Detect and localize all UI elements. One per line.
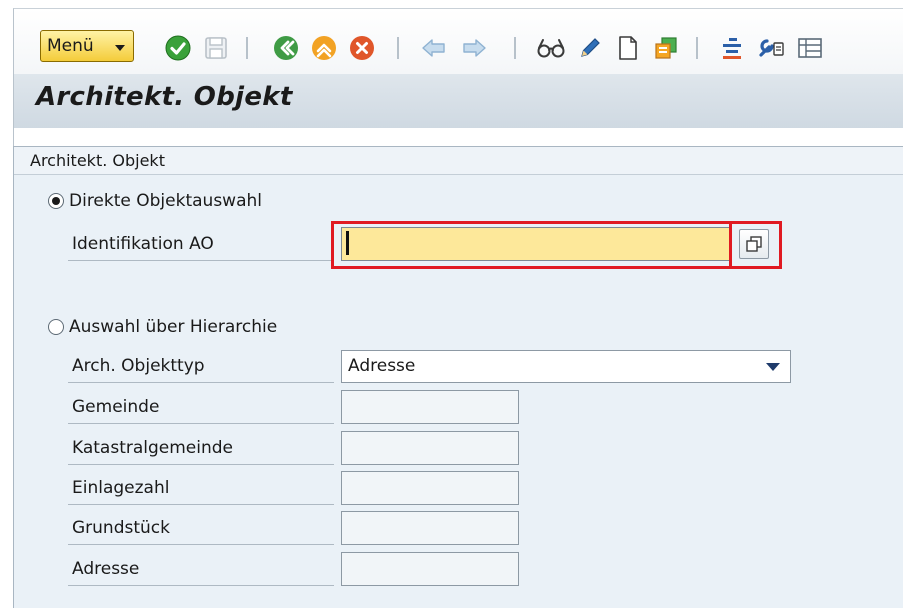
text-cursor (346, 231, 349, 255)
save-icon[interactable] (200, 33, 232, 63)
radio-direct-label: Direkte Objektauswahl (69, 191, 262, 211)
adresse-input[interactable] (341, 552, 519, 586)
toolbar-separator (514, 37, 516, 59)
object-type-label: Arch. Objekttyp (68, 351, 334, 383)
gemeinde-label: Gemeinde (68, 392, 334, 424)
cancel-icon[interactable] (346, 33, 378, 63)
identification-label: Identifikation AO (68, 229, 334, 261)
spacer (13, 128, 903, 146)
grundstueck-label: Grundstück (68, 513, 334, 545)
title-bar: Architekt. Objekt (13, 74, 903, 128)
einlagezahl-label: Einlagezahl (68, 473, 334, 505)
table-icon[interactable] (794, 33, 826, 63)
identification-input[interactable] (341, 227, 731, 261)
list-icon[interactable] (716, 33, 748, 63)
check-icon[interactable] (162, 33, 194, 63)
gemeinde-input[interactable] (341, 390, 519, 424)
radio-hierarchy-label: Auswahl über Hierarchie (69, 317, 278, 337)
back-icon[interactable] (270, 33, 302, 63)
object-type-dropdown[interactable]: Adresse (341, 350, 791, 383)
grundstueck-input[interactable] (341, 511, 519, 545)
settings-wrench-icon[interactable] (754, 33, 788, 63)
top-strip (0, 0, 903, 8)
object-type-value: Adresse (348, 356, 416, 376)
radio-unselected-icon[interactable] (48, 319, 64, 335)
toolbar-separator (696, 37, 698, 59)
highlight-frame-divider (729, 221, 732, 269)
menu-button-label: Menü (47, 36, 94, 56)
arrow-left-icon[interactable] (418, 33, 450, 63)
katastralgemeinde-input[interactable] (341, 431, 519, 465)
arrow-right-icon[interactable] (458, 33, 490, 63)
menu-button[interactable]: Menü (40, 30, 134, 62)
radio-selected-icon[interactable] (48, 193, 64, 209)
chevron-down-icon (115, 45, 125, 51)
katastralgemeinde-label: Katastralgemeinde (68, 433, 334, 465)
group-header: Architekt. Objekt (14, 147, 903, 175)
copy-stack-icon[interactable] (650, 33, 682, 63)
value-help-button[interactable] (739, 229, 769, 259)
toolbar-separator (246, 37, 248, 59)
exit-icon[interactable] (308, 33, 340, 63)
radio-direct-selection[interactable]: Direkte Objektauswahl (48, 191, 262, 211)
einlagezahl-input[interactable] (341, 471, 519, 505)
new-document-icon[interactable] (612, 33, 644, 63)
selection-group-box: Architekt. Objekt Direkte Objektauswahl … (13, 146, 903, 608)
page-title: Architekt. Objekt (36, 82, 293, 112)
pencil-icon[interactable] (574, 33, 606, 63)
toolbar-separator (397, 37, 399, 59)
application-toolbar: Menü (13, 8, 903, 74)
adresse-label: Adresse (68, 554, 334, 586)
glasses-icon[interactable] (534, 33, 568, 63)
group-title: Architekt. Objekt (30, 151, 165, 170)
copy-windows-icon (746, 236, 762, 252)
radio-hierarchy-selection[interactable]: Auswahl über Hierarchie (48, 317, 277, 337)
dropdown-arrow-icon (766, 363, 780, 371)
